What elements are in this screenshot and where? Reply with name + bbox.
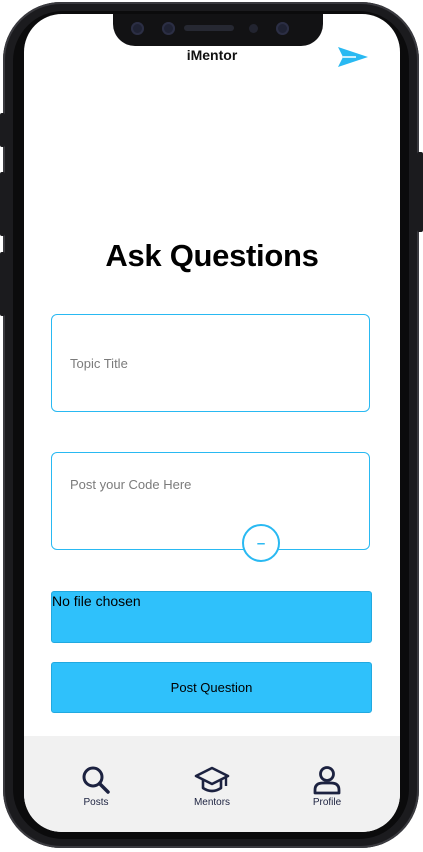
file-chooser[interactable]: No file chosen — [51, 591, 372, 643]
tab-mentors-label: Mentors — [193, 797, 231, 808]
screen: iMentor Ask Questions – No file chosen P… — [24, 14, 400, 832]
user-icon — [313, 766, 341, 795]
speaker-grille — [184, 25, 234, 31]
send-icon[interactable] — [336, 44, 370, 70]
collapse-button[interactable]: – — [242, 524, 280, 562]
topic-title-input[interactable] — [52, 315, 369, 411]
code-input[interactable] — [52, 453, 369, 549]
tab-profile-label: Profile — [312, 797, 342, 808]
post-question-button[interactable]: Post Question — [51, 662, 372, 713]
code-field[interactable] — [51, 452, 370, 550]
page-title: Ask Questions — [105, 238, 319, 273]
volume-up-button — [0, 172, 5, 236]
topic-title-field[interactable] — [51, 314, 370, 412]
front-camera — [276, 22, 289, 35]
bottom-tab-bar: Posts Mentors Profile — [24, 736, 400, 832]
minus-icon: – — [256, 534, 266, 552]
tab-mentors[interactable]: Mentors — [167, 764, 257, 808]
mute-switch — [0, 113, 5, 147]
notch — [113, 14, 323, 46]
graduation-cap-icon — [194, 766, 230, 793]
camera-lens — [162, 22, 175, 35]
tab-profile[interactable]: Profile — [282, 764, 372, 808]
camera-lens — [131, 22, 144, 35]
tab-posts-label: Posts — [83, 797, 109, 808]
sensor-dot — [249, 24, 258, 33]
volume-down-button — [0, 252, 5, 316]
file-status-text: No file chosen — [52, 593, 141, 609]
search-icon — [82, 766, 110, 794]
tab-posts[interactable]: Posts — [51, 764, 141, 808]
power-button — [417, 152, 423, 232]
post-question-label: Post Question — [170, 680, 253, 695]
